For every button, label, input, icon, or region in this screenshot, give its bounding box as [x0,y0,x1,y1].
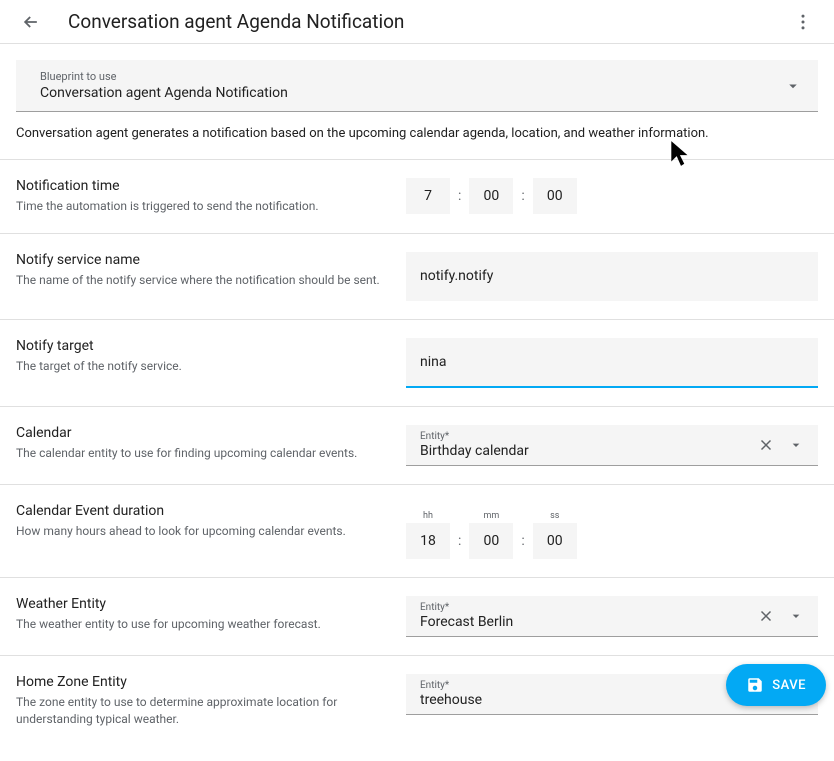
entity-value: Birthday calendar [420,443,754,459]
time-separator: : [454,188,465,204]
calendar-duration-ss[interactable] [533,523,577,559]
notify-service-input[interactable] [406,252,818,301]
duration-hh-label: hh [423,511,433,521]
entity-value: Forecast Berlin [420,614,754,630]
entity-label: Entity* [420,431,754,442]
time-separator: : [454,533,465,559]
chevron-down-icon [788,608,804,624]
notification-time-mm[interactable] [469,178,513,214]
notify-target-desc: The target of the notify service. [16,358,390,375]
notify-target-input[interactable] [406,338,818,388]
clear-entity-button[interactable] [754,433,778,457]
calendar-title: Calendar [16,425,390,441]
blueprint-label: Blueprint to use [40,70,784,83]
entity-label: Entity* [420,680,754,691]
home-zone-title: Home Zone Entity [16,674,390,690]
duration-ss-label: ss [550,511,559,521]
blueprint-description: Conversation agent generates a notificat… [16,112,818,159]
chevron-down-icon [788,437,804,453]
entity-label: Entity* [420,602,754,613]
weather-desc: The weather entity to use for upcoming w… [16,616,390,633]
more-vert-icon [793,12,813,32]
notify-service-desc: The name of the notify service where the… [16,272,390,289]
back-button[interactable] [14,5,48,39]
blueprint-value: Conversation agent Agenda Notification [40,85,784,101]
calendar-desc: The calendar entity to use for finding u… [16,445,390,462]
calendar-duration-title: Calendar Event duration [16,503,390,519]
clear-entity-button[interactable] [754,604,778,628]
weather-entity-selector[interactable]: Entity* Forecast Berlin [406,596,818,637]
time-separator: : [517,533,528,559]
calendar-duration-mm[interactable] [469,523,513,559]
time-separator: : [517,188,528,204]
notify-target-title: Notify target [16,338,390,354]
notification-time-hh[interactable] [406,178,450,214]
notification-time-title: Notification time [16,178,390,194]
calendar-duration-hh[interactable] [406,523,450,559]
more-menu-button[interactable] [786,5,820,39]
home-zone-desc: The zone entity to use to determine appr… [16,694,390,728]
save-label: SAVE [772,678,806,693]
notification-time-desc: Time the automation is triggered to send… [16,198,390,215]
entity-dropdown-button[interactable] [784,604,808,628]
save-icon [746,676,764,694]
page-title: Conversation agent Agenda Notification [68,10,786,33]
entity-dropdown-button[interactable] [784,433,808,457]
blueprint-selector[interactable]: Blueprint to use Conversation agent Agen… [16,60,818,112]
calendar-duration-desc: How many hours ahead to look for upcomin… [16,523,390,540]
notification-time-ss[interactable] [533,178,577,214]
chevron-down-icon [784,77,802,95]
weather-title: Weather Entity [16,596,390,612]
entity-value: treehouse [420,692,754,708]
close-icon [757,607,775,625]
duration-mm-label: mm [483,511,499,521]
save-button[interactable]: SAVE [726,664,826,706]
notify-service-title: Notify service name [16,252,390,268]
close-icon [757,436,775,454]
calendar-entity-selector[interactable]: Entity* Birthday calendar [406,425,818,466]
arrow-left-icon [21,12,41,32]
